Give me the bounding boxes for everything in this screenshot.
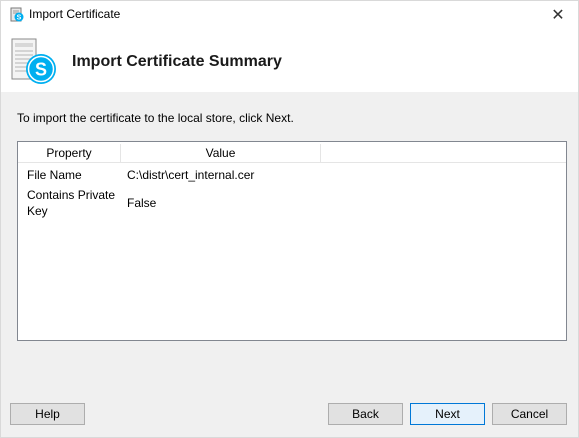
column-header-value[interactable]: Value — [121, 144, 321, 163]
list-item[interactable]: Contains Private Key False — [18, 187, 566, 219]
property-cell: Contains Private Key — [18, 187, 121, 219]
svg-text:S: S — [17, 15, 22, 22]
property-line: Key — [27, 204, 48, 218]
certificate-skype-icon: S — [9, 37, 61, 87]
list-item[interactable]: File Name C:\distr\cert_internal.cer — [18, 167, 566, 183]
page-title: Import Certificate Summary — [72, 53, 282, 70]
svg-text:S: S — [35, 60, 47, 80]
summary-list[interactable]: Property Value File Name C:\distr\cert_i… — [17, 141, 567, 341]
property-line: Contains Private — [27, 188, 116, 202]
help-button[interactable]: Help — [10, 403, 85, 425]
list-header: Property Value — [18, 144, 566, 163]
window-title: Import Certificate — [29, 7, 121, 21]
property-cell: File Name — [27, 168, 82, 182]
wizard-header: S Import Certificate Summary — [1, 29, 578, 92]
value-cell: C:\distr\cert_internal.cer — [127, 168, 255, 182]
column-header-property[interactable]: Property — [18, 144, 121, 163]
back-button[interactable]: Back — [328, 403, 403, 425]
title-bar: S Import Certificate ✕ — [1, 1, 578, 29]
next-button[interactable]: Next — [410, 403, 485, 425]
certificate-app-icon: S — [9, 7, 25, 23]
cancel-button[interactable]: Cancel — [492, 403, 567, 425]
instruction-text: To import the certificate to the local s… — [17, 111, 294, 125]
close-icon[interactable]: ✕ — [538, 1, 578, 29]
import-certificate-dialog: S Import Certificate ✕ S Import Certific… — [0, 0, 579, 438]
value-cell: False — [127, 196, 157, 210]
